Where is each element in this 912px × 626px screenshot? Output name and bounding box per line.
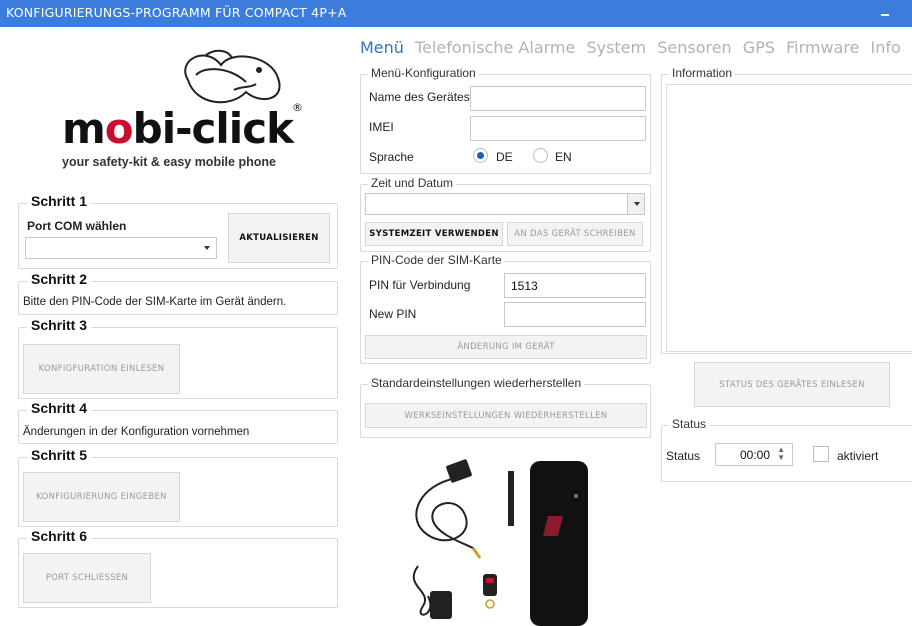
chevron-down-icon <box>634 202 640 206</box>
language-label: Sprache <box>369 150 414 164</box>
window-title: KONFIGURIERUNGS-PROGRAMM FÜR COMPACT 4P+… <box>6 5 347 20</box>
step-1-title: Schritt 1 <box>27 193 92 209</box>
product-photo <box>412 459 588 626</box>
pin-group: PIN-Code der SIM-Karte PIN für Verbindun… <box>360 253 651 364</box>
logo-wordmark: mobi-click <box>62 104 294 153</box>
new-pin-input[interactable] <box>504 302 646 327</box>
step-1-group: Schritt 1 Port COM wählen AKTUALISIEREN <box>18 193 338 269</box>
tab-menu[interactable]: Menü <box>360 38 404 57</box>
step-2-text: Bitte den PIN-Code der SIM-Karte im Gerä… <box>23 296 287 308</box>
minimize-button[interactable] <box>878 6 892 20</box>
tab-system[interactable]: System <box>586 38 646 57</box>
activated-label: aktiviert <box>837 449 879 463</box>
read-device-status-button[interactable]: STATUS DES GERÄTES EINLESEN <box>694 362 890 407</box>
step-3-title: Schritt 3 <box>27 317 92 333</box>
step-6-title: Schritt 6 <box>27 528 92 544</box>
step-4-title: Schritt 4 <box>27 400 92 416</box>
title-bar: KONFIGURIERUNGS-PROGRAMM FÜR COMPACT 4P+… <box>0 0 912 27</box>
step-5-title: Schritt 5 <box>27 447 92 463</box>
step-4-group: Schritt 4 Änderungen in der Konfiguratio… <box>18 400 338 444</box>
restore-group: Standardeinstellungen wiederherstellen W… <box>360 376 651 438</box>
status-group: Status Status 00:00 ▲ ▼ aktiviert <box>661 417 912 482</box>
use-system-time-button[interactable]: SYSTEMZEIT VERWENDEN <box>365 222 503 246</box>
datetime-picker[interactable] <box>365 193 645 215</box>
logo-registered: ® <box>292 101 303 114</box>
minimize-icon <box>881 14 889 16</box>
enter-config-button[interactable]: KONFIGURIERUNG EINGEBEN <box>23 472 180 522</box>
port-com-select[interactable] <box>25 237 217 259</box>
datetime-group: Zeit und Datum SYSTEMZEIT VERWENDEN AN D… <box>360 176 651 252</box>
tab-gps[interactable]: GPS <box>743 38 775 57</box>
status-title: Status <box>669 417 710 431</box>
change-in-device-button[interactable]: ÄNDERUNG IM GERÄT <box>365 335 647 359</box>
status-label: Status <box>666 449 701 463</box>
read-config-button[interactable]: KONFIGFURATION EINLESEN <box>23 344 180 394</box>
step-5-group: Schritt 5 KONFIGURIERUNG EINGEBEN <box>18 447 338 527</box>
pin-input[interactable]: 1513 <box>504 273 646 298</box>
tab-sensors[interactable]: Sensoren <box>657 38 731 57</box>
status-time-stepper[interactable]: 00:00 ▲ ▼ <box>715 443 793 466</box>
step-4-text: Änderungen in der Konfiguration vornehme… <box>23 426 250 438</box>
datetime-dropdown-button[interactable] <box>627 194 644 214</box>
restore-title: Standardeinstellungen wiederherstellen <box>368 376 585 390</box>
step-6-group: Schritt 6 PORT SCHLIEßEN <box>18 528 338 608</box>
tab-info[interactable]: Info <box>871 38 901 57</box>
tab-bar: Menü Telefonische Alarme System Sensoren… <box>360 38 907 57</box>
language-de-label: DE <box>496 150 513 164</box>
datetime-title: Zeit und Datum <box>368 176 457 190</box>
pin-label: PIN für Verbindung <box>369 278 471 292</box>
step-2-title: Schritt 2 <box>27 271 92 287</box>
pin-title: PIN-Code der SIM-Karte <box>368 253 505 267</box>
menu-config-group: Menü-Konfiguration Name des Gerätes IMEI… <box>360 66 651 174</box>
write-to-device-button[interactable]: AN DAS GERÄT SCHREIBEN <box>507 222 643 246</box>
refresh-button[interactable]: AKTUALISIEREN <box>228 213 330 263</box>
activated-checkbox[interactable] <box>813 446 829 462</box>
language-de-radio[interactable] <box>473 148 488 163</box>
language-en-label: EN <box>555 150 572 164</box>
imei-input[interactable] <box>470 116 646 141</box>
tab-firmware[interactable]: Firmware <box>786 38 859 57</box>
port-com-label: Port COM wählen <box>27 219 127 233</box>
status-time-value: 00:00 <box>739 447 770 462</box>
language-en-radio[interactable] <box>533 148 548 163</box>
information-textarea[interactable] <box>666 84 912 352</box>
device-name-label: Name des Gerätes <box>369 90 470 104</box>
menu-config-title: Menü-Konfiguration <box>368 66 479 80</box>
factory-reset-button[interactable]: WERKSEINSTELLUNGEN WIEDERHERSTELLEN <box>365 403 647 428</box>
logo-tagline: your safety-kit & easy mobile phone <box>62 155 276 169</box>
new-pin-label: New PIN <box>369 307 417 321</box>
information-title: Information <box>669 66 736 80</box>
imei-label: IMEI <box>369 120 394 134</box>
spin-arrows-icon[interactable]: ▲ ▼ <box>777 446 785 462</box>
step-2-group: Schritt 2 Bitte den PIN-Code der SIM-Kar… <box>18 271 338 315</box>
device-name-input[interactable] <box>470 86 646 111</box>
tab-telephone-alarms[interactable]: Telefonische Alarme <box>415 38 575 57</box>
chevron-down-icon <box>204 246 210 250</box>
step-3-group: Schritt 3 KONFIGFURATION EINLESEN <box>18 317 338 399</box>
information-group: Information <box>661 66 912 354</box>
close-port-button[interactable]: PORT SCHLIEßEN <box>23 553 151 603</box>
